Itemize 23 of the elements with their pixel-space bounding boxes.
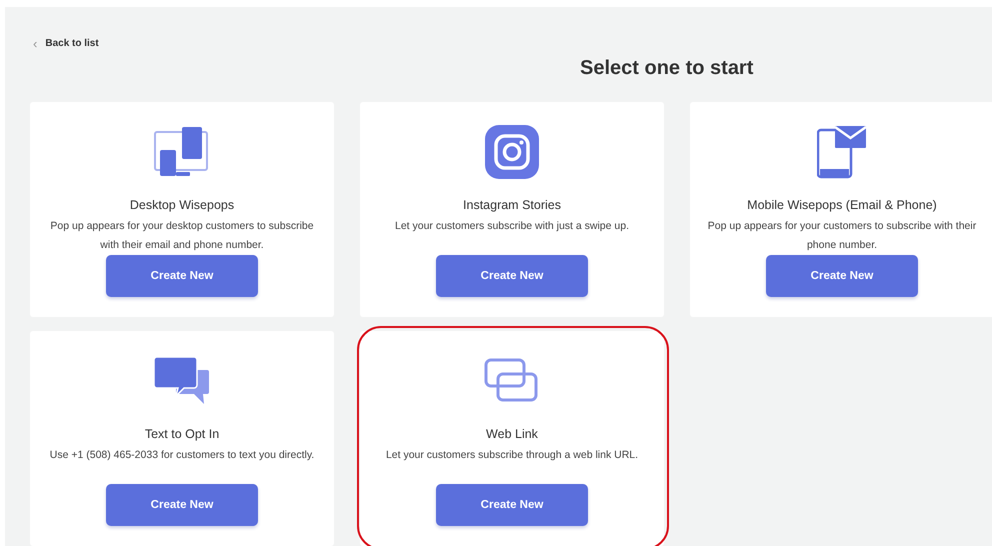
phone-envelope-icon xyxy=(817,125,867,179)
create-new-button[interactable]: Create New xyxy=(766,255,918,297)
card-description: Pop up appears for your customers to subscribe with their phone number. xyxy=(706,219,978,253)
card-description: Use +1 (508) 465-2033 for customers to text you directly. xyxy=(50,448,314,463)
create-new-button[interactable]: Create New xyxy=(106,255,258,297)
page-heading: Select one to start xyxy=(579,57,754,80)
overlapping-windows-icon xyxy=(484,358,540,404)
card-description: Let your customers subscribe through a web link URL. xyxy=(386,448,638,463)
create-new-button[interactable]: Create New xyxy=(436,484,588,526)
card-title: Desktop Wisepops xyxy=(130,198,234,212)
back-to-list-link[interactable]: ‹ Back to list xyxy=(33,37,99,50)
create-new-button[interactable]: Create New xyxy=(106,484,258,526)
card-title: Instagram Stories xyxy=(463,198,561,212)
card-description: Let your customers subscribe with just a swipe up. xyxy=(394,219,630,234)
card-title: Text to Opt In xyxy=(144,427,220,441)
chevron-left-icon: ‹ xyxy=(33,37,38,50)
devices-icon xyxy=(154,126,210,178)
card-title: Web Link xyxy=(486,427,538,441)
card-description: Pop up appears for your desktop customers to subscribe with their email and phone number. xyxy=(49,219,315,253)
camera-icon xyxy=(484,124,540,180)
chat-bubbles-icon xyxy=(154,356,210,406)
create-new-button[interactable]: Create New xyxy=(436,255,588,297)
card-title: Mobile Wisepops (Email & Phone) xyxy=(747,198,937,212)
